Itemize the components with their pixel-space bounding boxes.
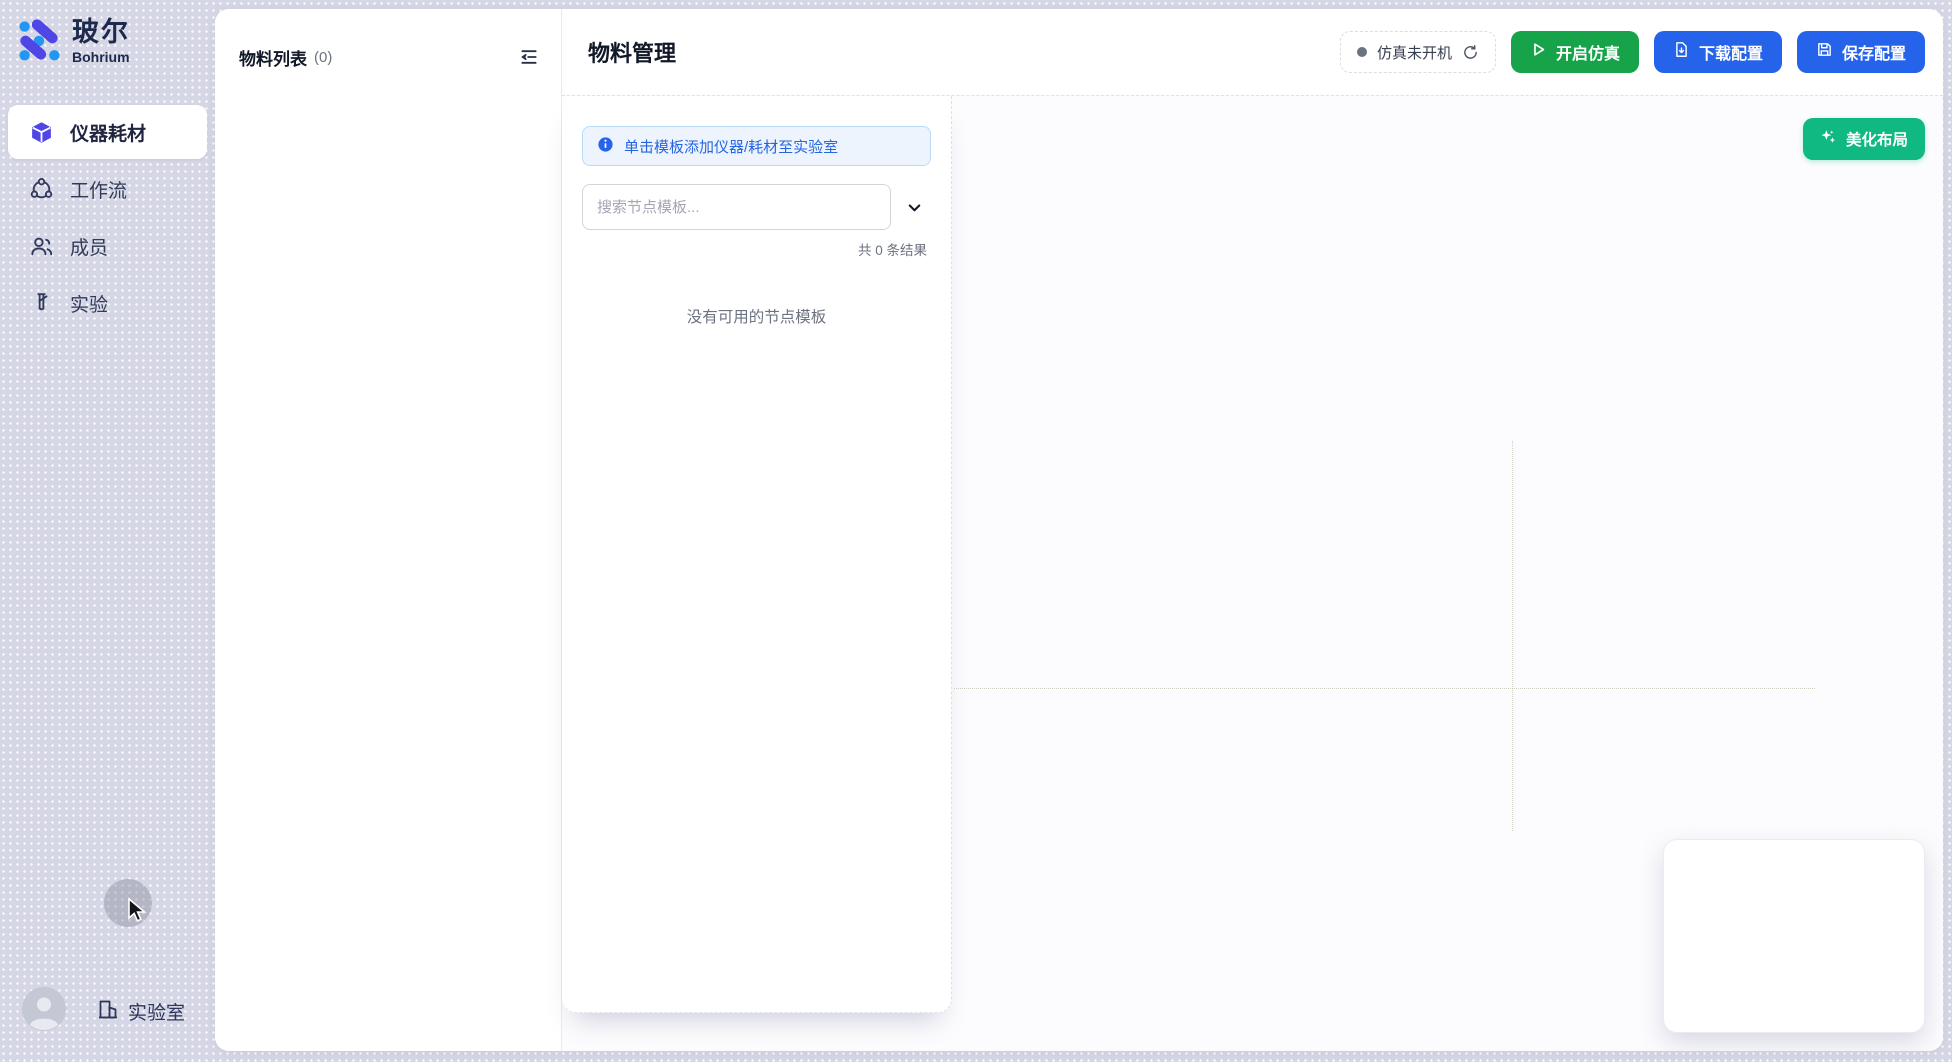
- start-simulation-button[interactable]: 开启仿真: [1511, 31, 1639, 73]
- lab-entry[interactable]: 实验室: [96, 997, 185, 1027]
- page-title: 物料管理: [588, 36, 676, 68]
- hint-banner: 单击模板添加仪器/耗材至实验室: [582, 126, 931, 166]
- node-template-panel: 单击模板添加仪器/耗材至实验室 共 0 条结果 没有可用的节点模板: [562, 96, 952, 1013]
- sidebar-item-workflow[interactable]: 工作流: [8, 162, 207, 216]
- simulation-status-pill[interactable]: 仿真未开机: [1340, 31, 1496, 73]
- beautify-layout-label: 美化布局: [1846, 128, 1908, 150]
- status-dot-icon: [1357, 47, 1367, 57]
- sidebar-item-label: 成员: [70, 233, 108, 260]
- sidebar-item-label: 实验: [70, 290, 108, 317]
- minimap[interactable]: [1663, 839, 1925, 1033]
- sidebar-item-members[interactable]: 成员: [8, 219, 207, 273]
- sidebar-footer: 实验室: [22, 987, 185, 1036]
- simulation-status-text: 仿真未开机: [1377, 42, 1452, 63]
- content-wrapper: 物料列表 (0) 物料管理 仿真未开机: [215, 9, 1943, 1051]
- materials-list-count: (0): [314, 49, 332, 66]
- sidebar-item-label: 仪器耗材: [70, 119, 146, 146]
- search-node-template-input[interactable]: [582, 184, 891, 230]
- play-icon: [1530, 41, 1547, 63]
- sidebar-item-instruments[interactable]: 仪器耗材: [8, 105, 207, 159]
- brand: 玻尔 Bohrium: [0, 0, 215, 67]
- brand-name-zh: 玻尔: [72, 18, 130, 46]
- canvas-guide-line-vertical: [1512, 441, 1513, 831]
- bohrium-logo-icon: [16, 16, 62, 67]
- refresh-status-icon[interactable]: [1462, 44, 1479, 61]
- main-area: 物料管理 仿真未开机: [562, 9, 1943, 1051]
- sidebar-item-label: 工作流: [70, 176, 127, 203]
- flow-canvas[interactable]: 单击模板添加仪器/耗材至实验室 共 0 条结果 没有可用的节点模板: [562, 95, 1943, 1051]
- collapse-panel-button[interactable]: [515, 43, 543, 71]
- brand-name-en: Bohrium: [72, 50, 130, 65]
- main-header: 物料管理 仿真未开机: [562, 9, 1943, 95]
- save-icon: [1816, 41, 1833, 63]
- empty-state-text: 没有可用的节点模板: [582, 305, 931, 327]
- sparkles-icon: [1820, 128, 1837, 150]
- workflow-icon: [28, 176, 54, 202]
- info-icon: [597, 136, 614, 157]
- members-icon: [28, 233, 54, 259]
- sidebar-item-experiments[interactable]: 实验: [8, 276, 207, 330]
- sidebar-nav: 仪器耗材 工作流 成员: [0, 105, 215, 333]
- materials-list-title: 物料列表: [239, 45, 307, 70]
- download-config-button[interactable]: 下载配置: [1654, 31, 1782, 73]
- save-config-button[interactable]: 保存配置: [1797, 31, 1925, 73]
- mouse-cursor: [125, 897, 151, 930]
- result-count: 共 0 条结果: [582, 239, 931, 259]
- canvas-guide-line-horizontal: [954, 688, 1815, 689]
- file-download-icon: [1673, 41, 1690, 63]
- beautify-layout-button[interactable]: 美化布局: [1803, 118, 1925, 160]
- lab-entry-label: 实验室: [128, 998, 185, 1025]
- cube-icon: [28, 119, 54, 145]
- chevron-down-icon[interactable]: [897, 190, 931, 224]
- hint-banner-text: 单击模板添加仪器/耗材至实验室: [624, 136, 838, 157]
- materials-list-panel: 物料列表 (0): [215, 9, 562, 1051]
- avatar[interactable]: [22, 987, 66, 1036]
- download-config-label: 下载配置: [1699, 40, 1763, 64]
- sidebar: 玻尔 Bohrium 仪器耗材 工作流: [0, 0, 215, 1062]
- test-tube-icon: [28, 290, 54, 316]
- save-config-label: 保存配置: [1842, 40, 1906, 64]
- start-simulation-label: 开启仿真: [1556, 40, 1620, 64]
- building-icon: [96, 997, 120, 1027]
